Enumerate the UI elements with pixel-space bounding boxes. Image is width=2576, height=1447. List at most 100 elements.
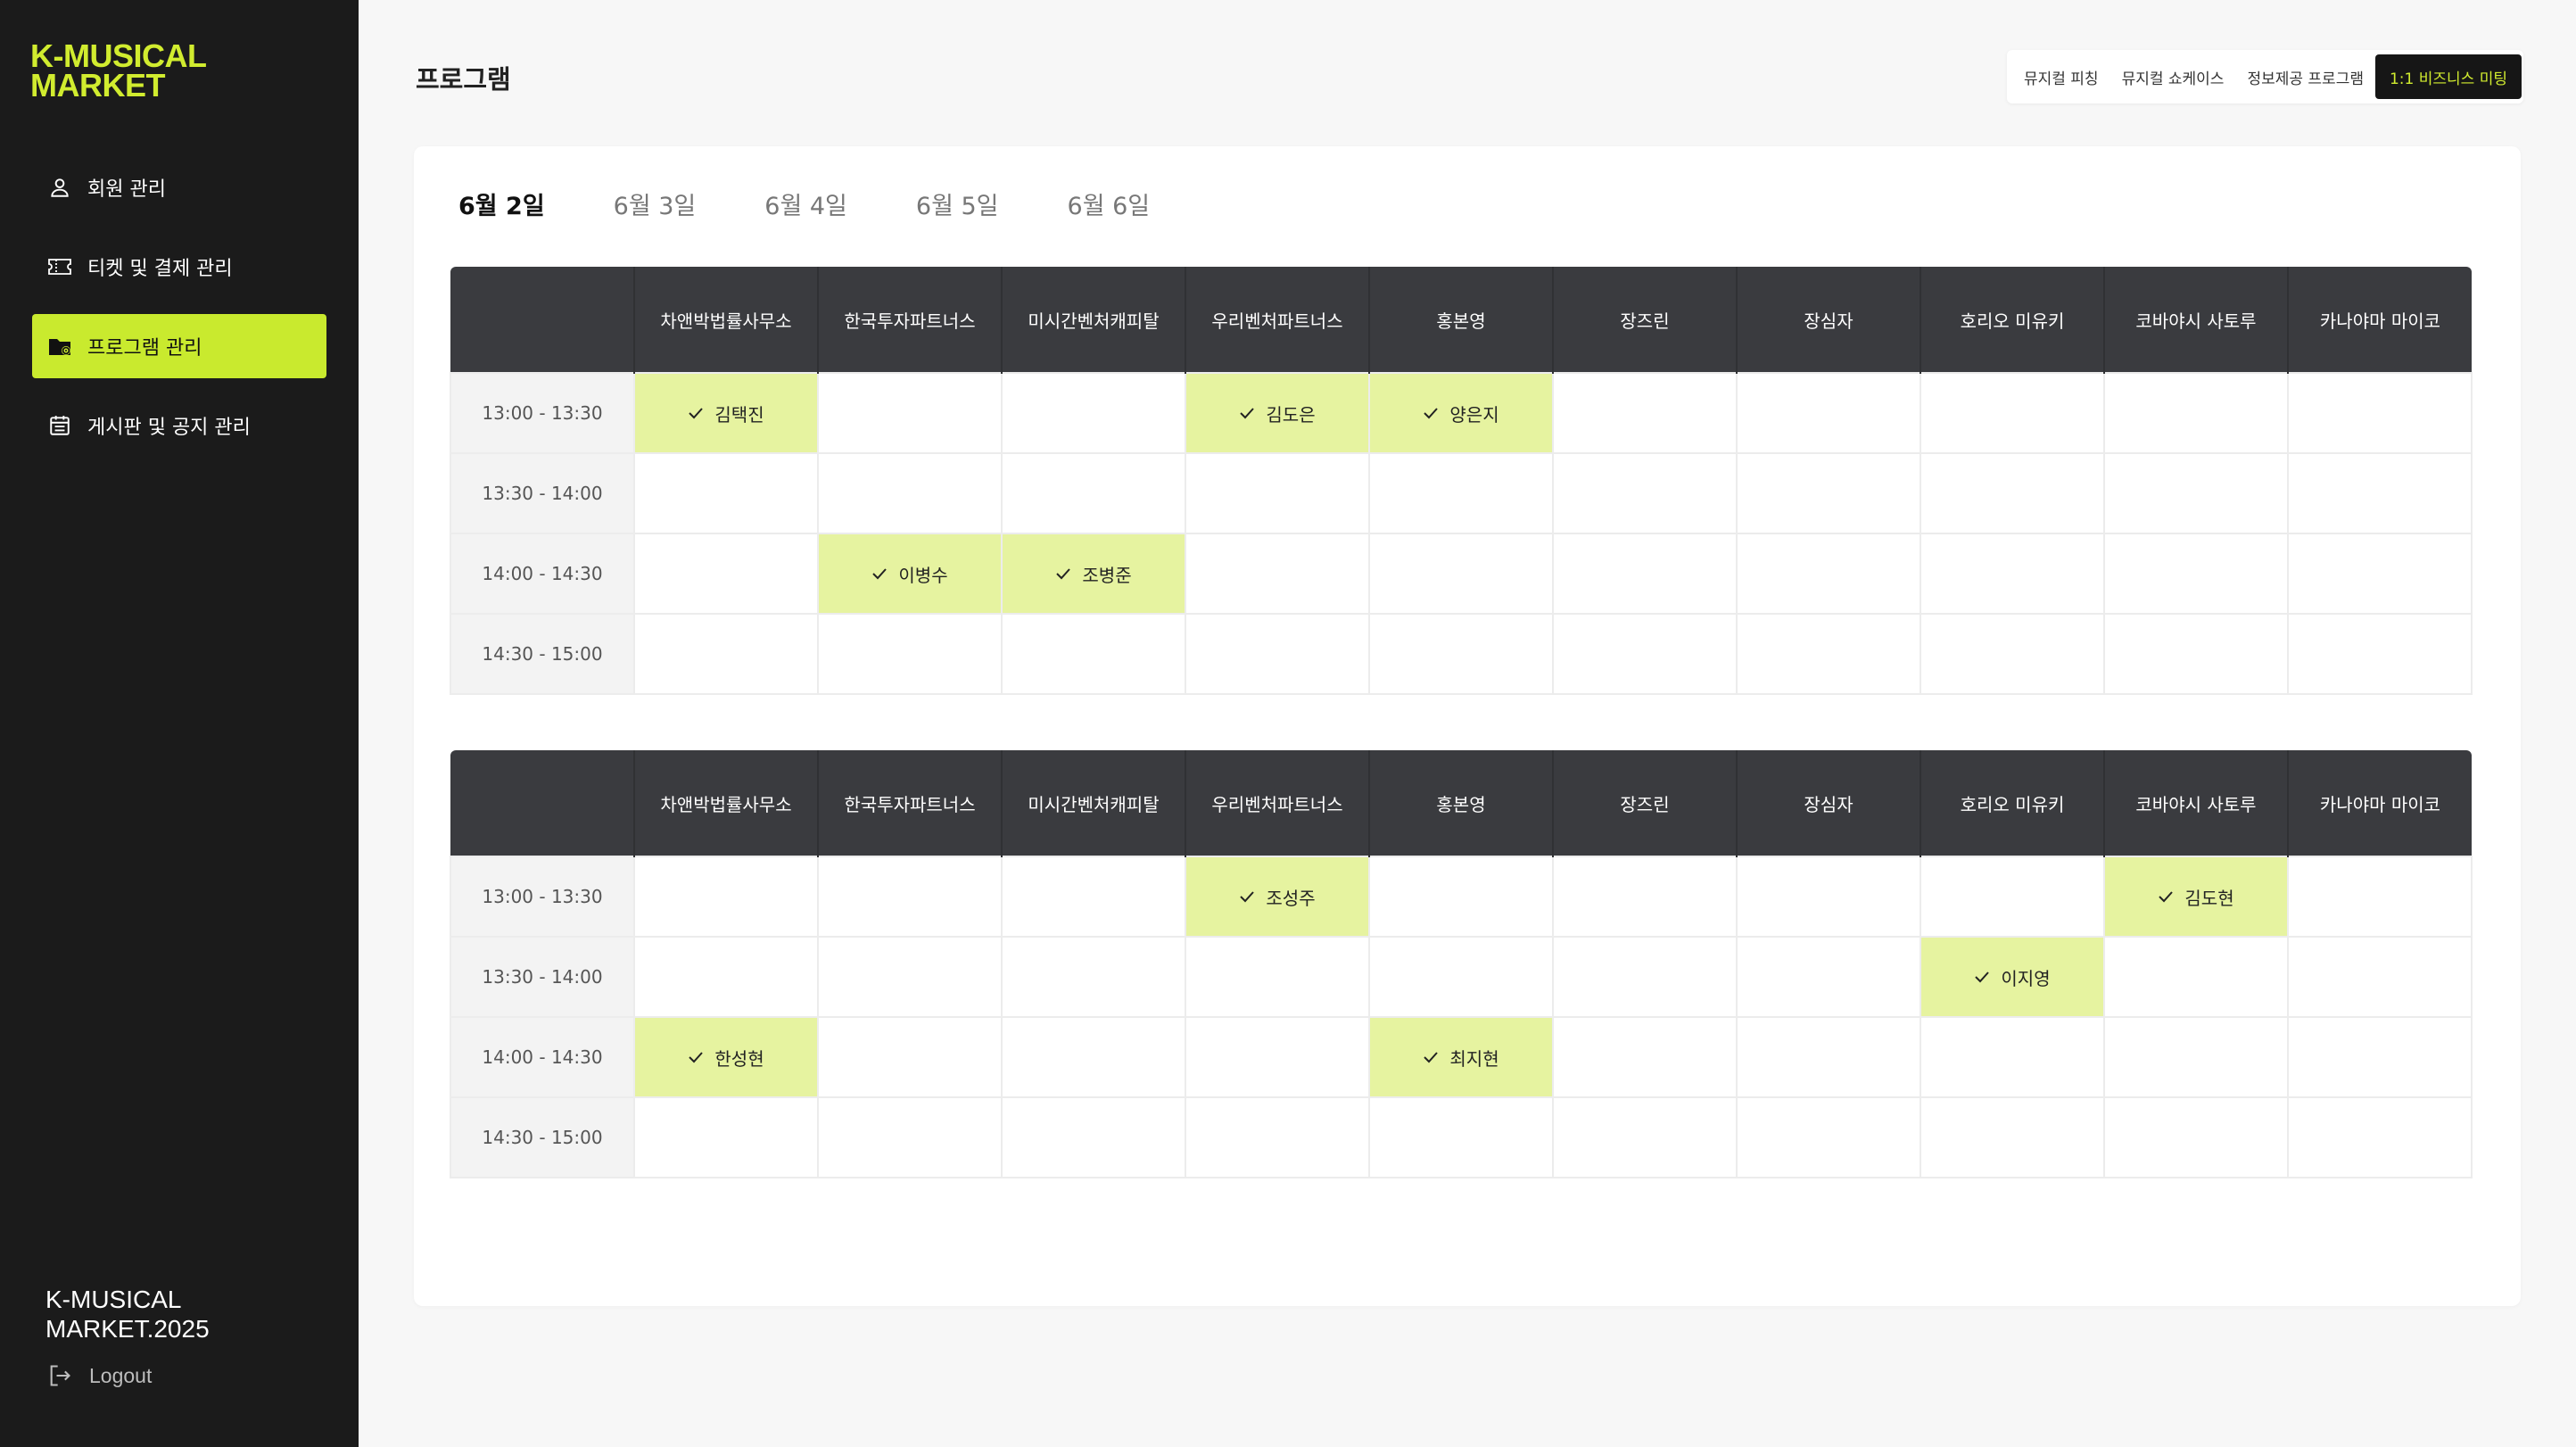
booked-slot-cell[interactable]: 김도현 <box>2103 856 2289 938</box>
booked-slot-cell[interactable]: 이지영 <box>1920 936 2105 1018</box>
empty-slot-cell[interactable] <box>1368 1096 1554 1178</box>
tab-info-program[interactable]: 정보제공 프로그램 <box>2235 54 2375 99</box>
empty-slot-cell[interactable] <box>2103 613 2289 695</box>
empty-slot-cell[interactable] <box>817 936 1003 1018</box>
empty-slot-cell[interactable] <box>1001 372 1186 454</box>
empty-slot-cell[interactable] <box>1185 1016 1370 1098</box>
empty-slot-cell[interactable] <box>1920 856 2105 938</box>
empty-slot-cell[interactable] <box>2103 533 2289 615</box>
booked-slot-cell[interactable]: 이병수 <box>817 533 1003 615</box>
empty-slot-cell[interactable] <box>633 613 819 695</box>
logo[interactable]: K-MUSICAL MARKET <box>30 40 207 102</box>
empty-slot-cell[interactable] <box>1736 936 1921 1018</box>
logout-button[interactable]: Logout <box>46 1362 152 1389</box>
sidebar-item-programs[interactable]: 프로그램 관리 <box>32 314 326 378</box>
attendee-name: 김택진 <box>714 403 764 426</box>
empty-slot-cell[interactable] <box>2287 372 2473 454</box>
empty-slot-cell[interactable] <box>1185 1096 1370 1178</box>
booked-slot-cell[interactable]: 조병준 <box>1001 533 1186 615</box>
empty-slot-cell[interactable] <box>2103 1096 2289 1178</box>
empty-slot-cell[interactable] <box>1736 1016 1921 1098</box>
empty-slot-cell[interactable] <box>1552 936 1738 1018</box>
date-tab-jun-2[interactable]: 6월 2일 <box>458 186 545 221</box>
empty-slot-cell[interactable] <box>1552 856 1738 938</box>
empty-slot-cell[interactable] <box>1736 372 1921 454</box>
empty-slot-cell[interactable] <box>1001 613 1186 695</box>
empty-slot-cell[interactable] <box>1368 936 1554 1018</box>
empty-slot-cell[interactable] <box>2103 936 2289 1018</box>
empty-slot-cell[interactable] <box>1552 1096 1738 1178</box>
sidebar-item-board[interactable]: 게시판 및 공지 관리 <box>32 393 326 458</box>
empty-slot-cell[interactable] <box>817 452 1003 534</box>
logout-icon <box>46 1362 73 1389</box>
empty-slot-cell[interactable] <box>2287 1096 2473 1178</box>
empty-slot-cell[interactable] <box>1001 856 1186 938</box>
empty-slot-cell[interactable] <box>633 533 819 615</box>
empty-slot-cell[interactable] <box>2287 856 2473 938</box>
empty-slot-cell[interactable] <box>2287 936 2473 1018</box>
empty-slot-cell[interactable] <box>817 1016 1003 1098</box>
empty-slot-cell[interactable] <box>2287 1016 2473 1098</box>
empty-slot-cell[interactable] <box>1736 1096 1921 1178</box>
date-tab-jun-5[interactable]: 6월 5일 <box>916 186 999 221</box>
empty-slot-cell[interactable] <box>1736 856 1921 938</box>
tab-musical-pitching[interactable]: 뮤지컬 피칭 <box>2012 54 2110 99</box>
empty-slot-cell[interactable] <box>2103 452 2289 534</box>
table-header-row: 차앤박법률사무소 한국투자파트너스 미시간벤처캐피탈 우리벤처파트너스 홍본영 장즈린 장심… <box>450 267 2472 373</box>
empty-slot-cell[interactable] <box>2287 452 2473 534</box>
empty-slot-cell[interactable] <box>1736 533 1921 615</box>
empty-slot-cell[interactable] <box>1552 452 1738 534</box>
booked-slot-cell[interactable]: 조성주 <box>1185 856 1370 938</box>
empty-slot-cell[interactable] <box>1736 613 1921 695</box>
empty-slot-cell[interactable] <box>1736 452 1921 534</box>
sidebar-item-tickets[interactable]: 티켓 및 결제 관리 <box>32 235 326 299</box>
empty-slot-cell[interactable] <box>817 1096 1003 1178</box>
empty-slot-cell[interactable] <box>1920 613 2105 695</box>
empty-slot-cell[interactable] <box>1552 533 1738 615</box>
empty-slot-cell[interactable] <box>1001 1016 1186 1098</box>
empty-slot-cell[interactable] <box>1920 372 2105 454</box>
empty-slot-cell[interactable] <box>2103 372 2289 454</box>
empty-slot-cell[interactable] <box>1368 452 1554 534</box>
empty-slot-cell[interactable] <box>2287 533 2473 615</box>
empty-slot-cell[interactable] <box>1001 936 1186 1018</box>
sidebar-item-members[interactable]: 회원 관리 <box>32 155 326 219</box>
booked-slot-cell[interactable]: 최지현 <box>1368 1016 1554 1098</box>
empty-slot-cell[interactable] <box>1368 613 1554 695</box>
tab-business-meeting[interactable]: 1:1 비즈니스 미팅 <box>2374 54 2522 99</box>
empty-slot-cell[interactable] <box>1001 452 1186 534</box>
empty-slot-cell[interactable] <box>1185 613 1370 695</box>
empty-slot-cell[interactable] <box>1185 936 1370 1018</box>
time-slot-label: 13:00 - 13:30 <box>450 372 635 454</box>
empty-slot-cell[interactable] <box>633 856 819 938</box>
empty-slot-cell[interactable] <box>1368 856 1554 938</box>
booked-slot-cell[interactable]: 김도은 <box>1185 372 1370 454</box>
empty-slot-cell[interactable] <box>633 1096 819 1178</box>
empty-slot-cell[interactable] <box>1185 533 1370 615</box>
tab-musical-showcase[interactable]: 뮤지컬 쇼케이스 <box>2110 54 2236 99</box>
booked-slot-cell[interactable]: 양은지 <box>1368 372 1554 454</box>
empty-slot-cell[interactable] <box>1185 452 1370 534</box>
empty-slot-cell[interactable] <box>1920 1016 2105 1098</box>
empty-slot-cell[interactable] <box>2287 613 2473 695</box>
empty-slot-cell[interactable] <box>1552 372 1738 454</box>
empty-slot-cell[interactable] <box>1920 533 2105 615</box>
empty-slot-cell[interactable] <box>633 936 819 1018</box>
empty-slot-cell[interactable] <box>1552 1016 1738 1098</box>
date-tab-jun-6[interactable]: 6월 6일 <box>1068 186 1151 221</box>
empty-slot-cell[interactable] <box>817 856 1003 938</box>
booked-slot: 한성현 <box>688 1045 764 1071</box>
booked-slot-cell[interactable]: 김택진 <box>633 372 819 454</box>
empty-slot-cell[interactable] <box>1552 613 1738 695</box>
empty-slot-cell[interactable] <box>2103 1016 2289 1098</box>
empty-slot-cell[interactable] <box>817 372 1003 454</box>
date-tab-jun-3[interactable]: 6월 3일 <box>614 186 697 221</box>
empty-slot-cell[interactable] <box>1001 1096 1186 1178</box>
empty-slot-cell[interactable] <box>817 613 1003 695</box>
empty-slot-cell[interactable] <box>1920 1096 2105 1178</box>
empty-slot-cell[interactable] <box>1920 452 2105 534</box>
empty-slot-cell[interactable] <box>633 452 819 534</box>
date-tab-jun-4[interactable]: 6월 4일 <box>764 186 847 221</box>
booked-slot-cell[interactable]: 한성현 <box>633 1016 819 1098</box>
empty-slot-cell[interactable] <box>1368 533 1554 615</box>
